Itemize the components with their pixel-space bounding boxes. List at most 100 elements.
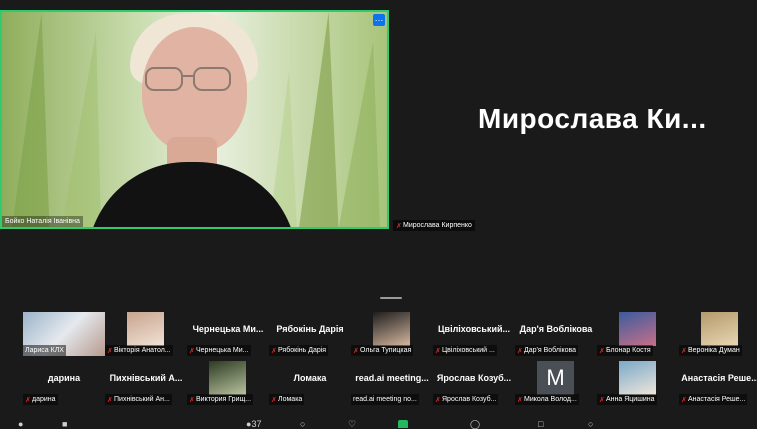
participant-display-name: Чернецька Ми... xyxy=(192,324,264,334)
participant-tile[interactable]: M ✗Микола Волод... xyxy=(515,361,597,405)
participant-tile[interactable]: ✗Анна Яцишина xyxy=(597,361,679,405)
muted-mic-icon: ✗ xyxy=(189,348,195,355)
microphone-icon[interactable]: ● xyxy=(18,420,23,429)
participant-name-label: Микола Волод... xyxy=(524,396,577,403)
participant-name-label: Блонар Костя xyxy=(606,347,651,354)
muted-mic-icon: ✗ xyxy=(353,348,359,355)
muted-mic-icon: ✗ xyxy=(599,348,605,355)
share-screen-icon[interactable] xyxy=(398,420,408,428)
participant-tile[interactable]: ✗Вероніка Думан xyxy=(679,312,757,356)
participant-name-label: Ольга Тупицкая xyxy=(360,347,412,354)
muted-mic-icon: ✗ xyxy=(681,348,687,355)
more-icon[interactable]: ○ xyxy=(588,420,593,429)
muted-mic-icon: ✗ xyxy=(107,348,113,355)
participant-name-label: Пихнівський Ан... xyxy=(114,396,170,403)
participant-name-tag: ✗Пихнівський Ан... xyxy=(105,394,172,405)
participant-tile[interactable]: дарина ✗дарина xyxy=(23,361,105,405)
participant-display-name: Ярослав Козуб... xyxy=(436,373,512,383)
participant-name-tag: ✗Ольга Тупицкая xyxy=(351,345,414,356)
participant-display-name: дарина xyxy=(47,373,81,383)
muted-mic-icon: ✗ xyxy=(25,397,31,404)
participant-name-tag: Лариса КЛХ xyxy=(23,345,66,356)
participant-tile[interactable]: ✗Вікторія Анатол... xyxy=(105,312,187,356)
chat-icon[interactable]: ○ xyxy=(300,420,305,429)
participant-name-label: Вікторія Анатол... xyxy=(114,347,171,354)
participants-icon[interactable]: ●37 xyxy=(246,420,261,429)
muted-mic-icon: ✗ xyxy=(517,397,523,404)
participant-tile[interactable]: Цвіліховський... ✗Цвіліховський ... xyxy=(433,312,515,356)
participant-display-name: Цвіліховський... xyxy=(437,324,511,334)
active-speaker-name: Бойко Наталія Іванівна xyxy=(2,216,83,227)
participant-tile[interactable]: Пихнівський А... ✗Пихнівський Ан... xyxy=(105,361,187,405)
participant-name-label: Чернецька Ми... xyxy=(196,347,249,354)
muted-mic-icon: ✗ xyxy=(517,348,523,355)
participant-name-tag: ✗Чернецька Ми... xyxy=(187,345,251,356)
participant-name-label: Анна Яцишина xyxy=(606,396,655,403)
react-icon[interactable]: ♡ xyxy=(348,420,356,429)
participant-name-label: Виктория Грищ... xyxy=(196,396,252,403)
participant-name-label: Вероніка Думан xyxy=(688,347,740,354)
participant-avatar xyxy=(209,361,246,395)
participant-name-tag: ✗Ярослав Козуб... xyxy=(433,394,499,405)
muted-mic-icon: ✗ xyxy=(189,397,195,404)
participant-display-name: Пихнівський А... xyxy=(109,373,183,383)
participant-tile[interactable]: Чернецька Ми... ✗Чернецька Ми... xyxy=(187,312,269,356)
participant-avatar xyxy=(619,361,656,395)
participant-name-tag: ✗Ломака xyxy=(269,394,305,405)
muted-mic-icon: ✗ xyxy=(599,397,605,404)
participant-tile[interactable]: Ярослав Козуб... ✗Ярослав Козуб... xyxy=(433,361,515,405)
participant-tile[interactable]: Рябокінь Дарія ✗Рябокінь Дарія xyxy=(269,312,351,356)
participant-name-tag: ✗Виктория Грищ... xyxy=(187,394,254,405)
pinned-participant-tag-label: Мирослава Кирпенко xyxy=(403,222,472,229)
participant-name-tag: read.ai meeting no... xyxy=(351,394,419,405)
participant-name-label: дарина xyxy=(32,396,56,403)
participant-tile[interactable]: Анастасія Реше... ✗Анастасія Реше... xyxy=(679,361,757,405)
record-icon[interactable]: ◯ xyxy=(470,420,480,429)
participant-avatar xyxy=(619,312,656,346)
participant-tile[interactable]: Ломака ✗Ломака xyxy=(269,361,351,405)
meeting-toolbar: ● ■ ●37 ○ ♡ ◯ □ ○ xyxy=(0,418,757,429)
pinned-participant-tag: ✗Мирослава Кирпенко xyxy=(393,220,475,231)
muted-mic-icon: ✗ xyxy=(435,397,441,404)
participant-name-label: Ломака xyxy=(278,396,303,403)
resize-handle[interactable] xyxy=(380,297,402,299)
apps-icon[interactable]: □ xyxy=(538,420,543,429)
participant-name-tag: ✗Блонар Костя xyxy=(597,345,653,356)
muted-mic-icon: ✗ xyxy=(396,223,402,230)
participant-tile[interactable]: Лариса КЛХ xyxy=(23,312,105,356)
participant-name-tag: ✗Цвіліховський ... xyxy=(433,345,497,356)
participant-name-tag: ✗Анна Яцишина xyxy=(597,394,657,405)
participant-tile[interactable]: Дар'я Воблікова ✗Дар'я Воблікова xyxy=(515,312,597,356)
participant-tile[interactable]: ✗Блонар Костя xyxy=(597,312,679,356)
muted-mic-icon: ✗ xyxy=(681,397,687,404)
participant-name-tag: ✗Вікторія Анатол... xyxy=(105,345,173,356)
participant-name-tag: ✗Рябокінь Дарія xyxy=(269,345,329,356)
pinned-participant-name: Мирослава Ки... xyxy=(478,103,707,134)
participant-name-tag: ✗Анастасія Реше... xyxy=(679,394,748,405)
participant-name-label: Цвіліховський ... xyxy=(442,347,495,354)
participant-name-label: Анастасія Реше... xyxy=(688,396,746,403)
glasses-icon xyxy=(145,67,231,91)
participant-name-tag: ✗Микола Волод... xyxy=(515,394,579,405)
participant-display-name: Анастасія Реше... xyxy=(681,373,757,383)
participant-tile[interactable]: ✗Виктория Грищ... xyxy=(187,361,269,405)
muted-mic-icon: ✗ xyxy=(435,348,441,355)
participant-display-name: Рябокінь Дарія xyxy=(276,324,344,334)
participant-display-name: Дар'я Воблікова xyxy=(519,324,593,334)
participant-tile[interactable]: ✗Ольга Тупицкая xyxy=(351,312,433,356)
muted-mic-icon: ✗ xyxy=(271,397,277,404)
muted-mic-icon: ✗ xyxy=(271,348,277,355)
muted-mic-icon: ✗ xyxy=(107,397,113,404)
active-speaker-video[interactable]: … Бойко Наталія Іванівна xyxy=(0,10,389,229)
participant-display-name: read.ai meeting... xyxy=(355,373,429,383)
participant-name-label: Дар'я Воблікова xyxy=(524,347,577,354)
participant-name-label: Ярослав Козуб... xyxy=(442,396,497,403)
participant-name-tag: ✗Дар'я Воблікова xyxy=(515,345,579,356)
participant-avatar xyxy=(127,312,164,346)
camera-icon[interactable]: ■ xyxy=(62,420,67,429)
participant-display-name: Ломака xyxy=(293,373,327,383)
participant-tile[interactable]: read.ai meeting... read.ai meeting no... xyxy=(351,361,433,405)
participant-avatar: M xyxy=(537,361,574,395)
ellipsis-icon[interactable]: … xyxy=(373,14,385,26)
participant-name-label: read.ai meeting no... xyxy=(353,396,417,403)
